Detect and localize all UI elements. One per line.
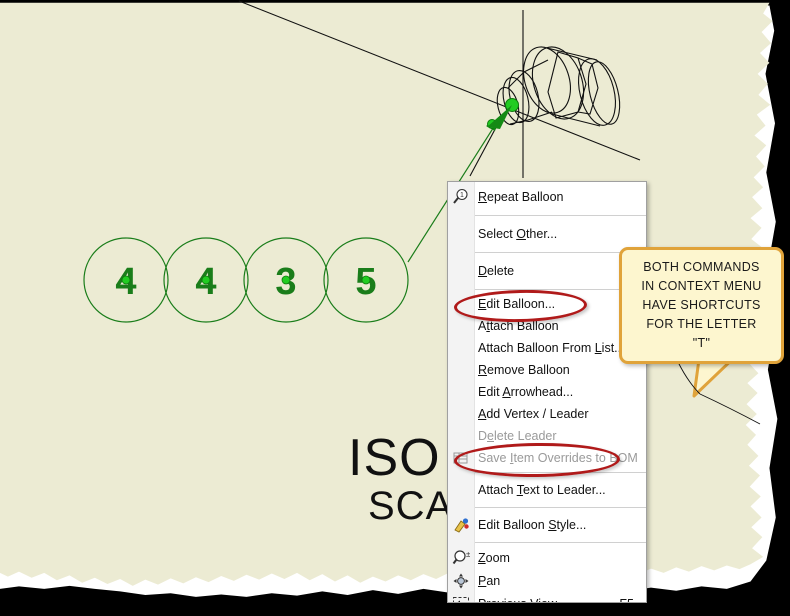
- menu-item-label: Zoom: [478, 550, 510, 565]
- menu-item-select-other[interactable]: Select Other...: [448, 219, 646, 249]
- menu-item-label: Attach Balloon: [478, 319, 559, 333]
- menu-item-edit-balloon[interactable]: Edit Balloon...: [448, 293, 646, 315]
- pan-hand-icon: [452, 572, 470, 590]
- bolt-model-geometry: [496, 46, 621, 127]
- menu-item-label: Repeat Balloon: [478, 190, 564, 204]
- menu-item-label: Select Other...: [478, 227, 558, 241]
- menu-item-label: Previous View: [474, 597, 557, 603]
- zoom-magnifier-icon: ±: [452, 549, 471, 567]
- menu-separator: [474, 542, 646, 543]
- menu-item-shortcut: F5: [619, 597, 646, 603]
- menu-item-remove-balloon[interactable]: Remove Balloon: [448, 359, 646, 381]
- menu-item-label: Attach Text to Leader...: [478, 483, 606, 497]
- menu-item-save-item-overrides-to-bom: Save Item Overrides to BOM: [448, 447, 646, 469]
- bom-table-icon: [452, 449, 470, 467]
- context-menu[interactable]: 1 Repeat Balloon Select Other... Delete …: [447, 181, 647, 603]
- menu-item-label: Add Vertex / Leader: [478, 407, 589, 421]
- menu-item-add-vertex-leader[interactable]: Add Vertex / Leader: [448, 403, 646, 425]
- menu-item-label: Pan: [478, 573, 501, 588]
- menu-item-previous-view[interactable]: Previous View F5: [448, 592, 646, 603]
- view-name-label: ISO: [348, 429, 441, 487]
- callout-line: BOTH COMMANDS: [643, 260, 760, 274]
- menu-item-delete[interactable]: Delete: [448, 256, 646, 286]
- menu-item-label: Edit Balloon...: [478, 297, 556, 311]
- menu-item-label: Delete: [478, 264, 515, 278]
- menu-item-repeat-balloon[interactable]: 1 Repeat Balloon: [448, 182, 646, 212]
- menu-item-label: Edit Arrowhead...: [478, 385, 574, 399]
- previous-view-icon: [452, 595, 470, 602]
- menu-item-label: Save Item Overrides to BOM: [478, 451, 638, 465]
- menu-item-pan[interactable]: Pan: [448, 569, 646, 592]
- menu-item-zoom[interactable]: ± Zoom: [448, 546, 646, 569]
- menu-item-label: Delete Leader: [478, 429, 557, 443]
- callout-line: "T": [692, 336, 711, 350]
- menu-item-attach-balloon-from-list[interactable]: Attach Balloon From List...: [448, 337, 646, 359]
- menu-separator: [474, 215, 646, 216]
- menu-separator: [474, 507, 646, 508]
- repeat-magnifier-icon: 1: [452, 188, 470, 206]
- svg-text:1: 1: [460, 192, 464, 199]
- screenshot-root: 4 4 3 5 ISO SCALE 1 Repeat Balloon: [0, 0, 790, 616]
- annotation-callout: BOTH COMMANDS IN CONTEXT MENU HAVE SHORT…: [619, 247, 784, 364]
- svg-text:±: ±: [466, 550, 470, 559]
- menu-item-delete-leader: Delete Leader: [448, 425, 646, 447]
- menu-item-attach-text-to-leader[interactable]: Attach Text to Leader...: [448, 476, 646, 504]
- menu-item-label: Remove Balloon: [478, 363, 570, 377]
- menu-item-edit-arrowhead[interactable]: Edit Arrowhead...: [448, 381, 646, 403]
- menu-item-label: Attach Balloon From List...: [478, 341, 625, 355]
- callout-line: FOR THE LETTER: [646, 317, 757, 331]
- model-construction-lines: [238, 0, 641, 178]
- menu-item-edit-balloon-style[interactable]: Edit Balloon Style...: [448, 511, 646, 539]
- balloon-attach-dots: [121, 275, 371, 285]
- callout-line: IN CONTEXT MENU: [641, 279, 762, 293]
- menu-item-attach-balloon[interactable]: Attach Balloon: [448, 315, 646, 337]
- callout-line: HAVE SHORTCUTS: [642, 298, 761, 312]
- menu-separator: [474, 472, 646, 473]
- menu-item-label: Edit Balloon Style...: [478, 518, 587, 532]
- paint-brush-icon: [452, 516, 470, 534]
